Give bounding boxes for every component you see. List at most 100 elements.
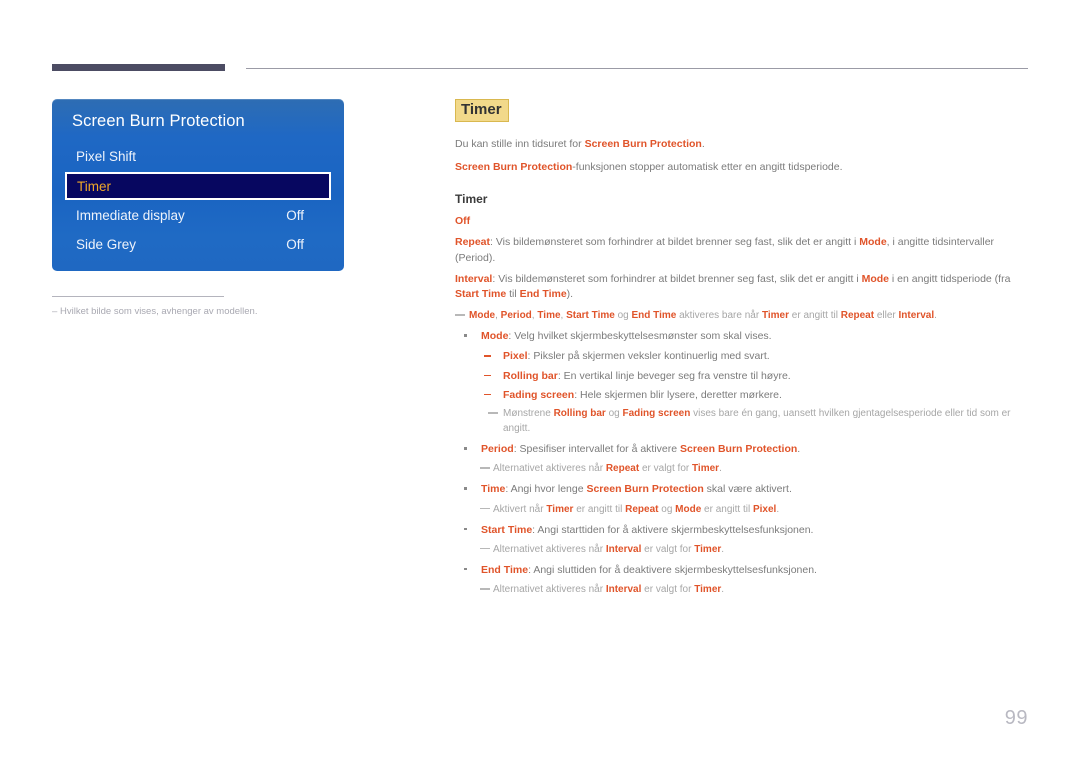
note-top-k7: Repeat (840, 310, 875, 322)
osd-menu-item-pixel-shift[interactable]: Pixel Shift (66, 143, 330, 170)
footnote-text-row: – Hvilket bilde som vises, avhenger av m… (52, 306, 352, 318)
bullet-start-time-text: : Angi starttiden for å aktivere skjermb… (532, 523, 814, 536)
osd-menu-item-immediate-display[interactable]: Immediate display Off (66, 202, 330, 229)
osd-menu-item-side-grey[interactable]: Side Grey Off (66, 231, 330, 258)
header-thick-rule (52, 64, 225, 71)
option-interval-text-3: til (506, 288, 520, 301)
osd-menu-item-timer[interactable]: Timer (65, 172, 331, 200)
bullet-time-key-2: Screen Burn Protection (586, 483, 704, 496)
note-time-after: . (776, 503, 780, 515)
section-heading-timer: Timer (455, 99, 509, 122)
footnote-dash-marker: – (52, 306, 58, 317)
note-top-k4: Start Time (566, 310, 615, 322)
option-interval-text-4: ). (566, 288, 574, 301)
note-mode-k1: Rolling bar (553, 408, 606, 420)
note-time-k3: Mode (675, 503, 702, 515)
note-start-mid: er valgt for (641, 543, 695, 555)
option-interval-key: Interval (455, 272, 493, 285)
note-period: Alternativet aktiveres når Repeat er val… (455, 461, 1030, 476)
sub-heading-timer: Timer (455, 192, 488, 207)
osd-item-value: Off (286, 208, 304, 223)
dash-marker-icon (484, 355, 491, 357)
note-dash-icon (480, 547, 490, 550)
osd-menu-panel: Screen Burn Protection Pixel Shift Timer… (52, 99, 344, 271)
note-end-before: Alternativet aktiveres når (493, 584, 606, 596)
osd-item-value: Off (286, 237, 304, 252)
note-dash-icon (455, 314, 465, 316)
intro-1-after: . (701, 137, 705, 150)
bullet-mode-key: Mode (481, 330, 509, 343)
option-interval-start-key: Start Time (455, 288, 507, 301)
bullet-period-key: Period (481, 443, 514, 456)
note-period-k2: Timer (692, 463, 720, 475)
panel-footnote: – Hvilket bilde som vises, avhenger av m… (52, 296, 352, 318)
note-time-k4: Pixel (752, 503, 777, 515)
osd-item-label: Immediate display (76, 208, 185, 223)
page-header-rules (52, 64, 1028, 74)
option-off: Off (455, 214, 1030, 230)
subitem-rolling-bar-key: Rolling bar (503, 369, 558, 382)
note-start-time: Alternativet aktiveres når Interval er v… (455, 542, 1030, 557)
note-mode-before: Mønstrene (503, 408, 554, 420)
bullet-period: Period: Spesifiser intervallet for å akt… (455, 441, 1030, 457)
note-start-k2: Timer (694, 543, 722, 555)
note-dash-icon (480, 507, 490, 510)
note-end-mid: er valgt for (641, 584, 695, 596)
bullet-time-text-2: skal være aktivert. (703, 483, 792, 496)
option-interval-text-1: : Vis bildemønsteret som forhindrer at b… (492, 272, 862, 285)
bullet-period-text-2: . (797, 443, 801, 456)
note-top-mid2: er angitt til (789, 310, 841, 322)
option-repeat-text-1: : Vis bildemønsteret som forhindrer at b… (490, 236, 860, 249)
note-end-k2: Timer (694, 584, 722, 596)
bullet-dot-icon (464, 487, 467, 490)
note-dash-icon (480, 467, 490, 469)
dash-marker-icon (484, 374, 491, 376)
note-time-k1: Timer (546, 503, 574, 515)
note-dash-icon (488, 412, 498, 414)
bullet-mode-text: : Velg hvilket skjermbeskyttelsesmønster… (508, 330, 772, 343)
dash-marker-icon (484, 393, 491, 396)
note-mode-patterns: Mønstrene Rolling bar og Fading screen v… (455, 406, 1030, 436)
bullet-end-time: End Time: Angi sluttiden for å deaktiver… (455, 562, 1030, 578)
intro-1-before: Du kan stille inn tidsuret for (455, 137, 585, 150)
option-repeat-key: Repeat (455, 236, 491, 249)
bullet-mode: Mode: Velg hvilket skjermbeskyttelsesmøn… (455, 328, 1030, 344)
bullet-time-text-1: : Angi hvor lenge (505, 483, 587, 496)
note-timer-activation: Mode, Period, Time, Start Time og End Ti… (455, 308, 1030, 323)
option-interval: Interval: Vis bildemønsteret som forhind… (455, 272, 1030, 304)
bullet-end-time-key: End Time (481, 563, 529, 576)
bullet-start-time: Start Time: Angi starttiden for å aktive… (455, 522, 1030, 538)
note-start-k1: Interval (605, 543, 642, 555)
footnote-text: Hvilket bilde som vises, avhenger av mod… (60, 306, 258, 317)
subitem-fading-screen-text: : Hele skjermen blir lysere, deretter mø… (574, 388, 782, 401)
subitem-fading-screen: Fading screen: Hele skjermen blir lysere… (455, 387, 1030, 403)
intro-paragraph-2: Screen Burn Protection-funksjonen stoppe… (455, 159, 1030, 175)
bullet-dot-icon (464, 334, 467, 337)
bullet-dot-icon (464, 567, 467, 571)
note-dash-icon (480, 588, 490, 590)
option-interval-end-key: End Time (519, 288, 567, 301)
note-top-sep4: og (614, 310, 632, 322)
note-period-before: Alternativet aktiveres når (493, 463, 606, 475)
note-time: Aktivert når Timer er angitt til Repeat … (455, 502, 1030, 517)
note-time-k2: Repeat (625, 503, 659, 515)
note-top-k3: Time (537, 310, 561, 322)
note-period-after: . (719, 463, 722, 475)
page-number: 99 (1004, 707, 1028, 729)
note-end-time: Alternativet aktiveres når Interval er v… (455, 582, 1030, 597)
osd-item-label: Timer (77, 178, 111, 194)
note-start-before: Alternativet aktiveres når (493, 543, 606, 555)
subitem-rolling-bar: Rolling bar: En vertikal linje beveger s… (455, 368, 1030, 384)
note-top-k1: Mode (469, 310, 496, 322)
subitem-pixel-key: Pixel (503, 350, 528, 363)
note-period-mid: er valgt for (639, 463, 692, 475)
intro-1-keyword: Screen Burn Protection (584, 137, 702, 150)
bullet-period-text-1: : Spesifiser intervallet for å aktivere (513, 443, 681, 456)
note-top-k6: Timer (761, 310, 790, 322)
main-content-column: Timer Du kan stille inn tidsuret for Scr… (455, 99, 1030, 602)
subitem-pixel: Pixel: Piksler på skjermen veksler konti… (455, 348, 1030, 364)
subitem-rolling-bar-text: : En vertikal linje beveger seg fra vens… (557, 369, 791, 382)
note-time-before: Aktivert når (493, 503, 547, 515)
option-repeat-mode-key: Mode (859, 236, 887, 249)
osd-panel-title: Screen Burn Protection (72, 112, 245, 130)
